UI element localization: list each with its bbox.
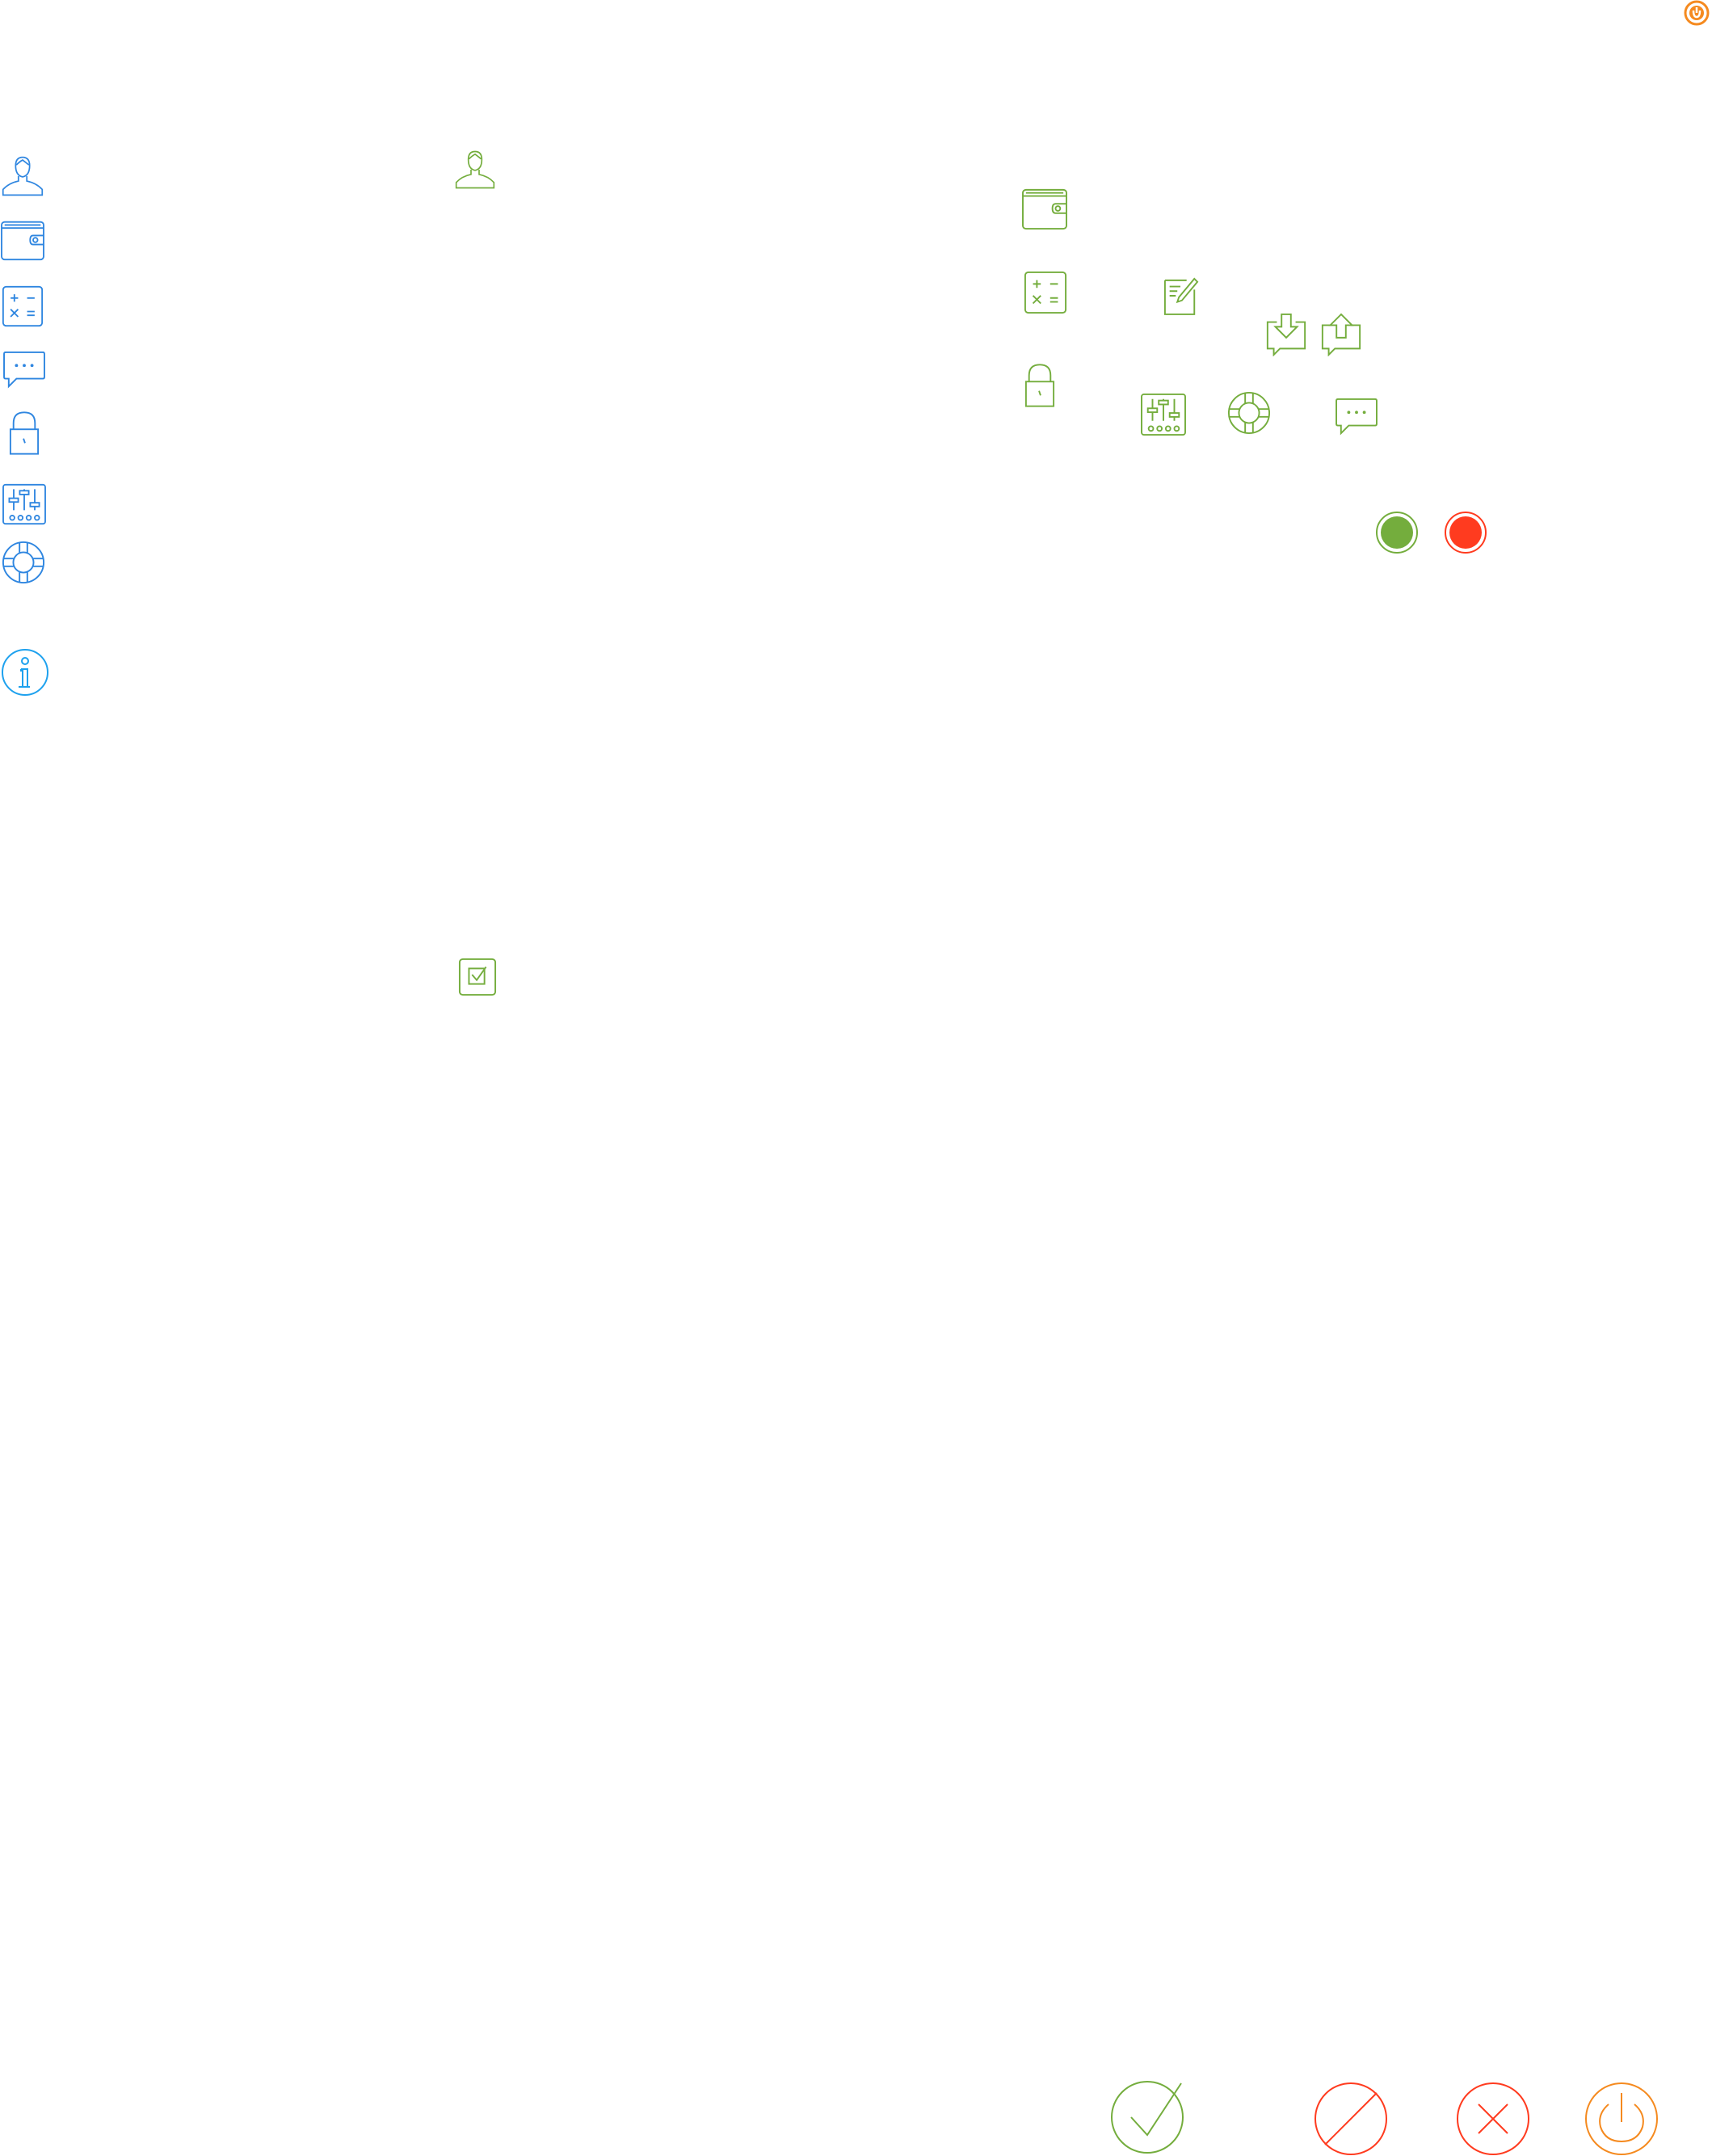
sliders-icon[interactable] <box>2 483 47 525</box>
block-icon[interactable] <box>1314 2082 1388 2156</box>
checkbox-icon[interactable] <box>458 958 497 996</box>
calculator-icon[interactable] <box>1024 271 1067 314</box>
chat-bubble-icon[interactable] <box>2 351 46 390</box>
lock-icon[interactable] <box>9 411 40 456</box>
user-icon[interactable] <box>2 153 44 200</box>
user-icon[interactable] <box>455 149 495 191</box>
info-icon[interactable] <box>1 648 49 697</box>
inbox-download-icon[interactable] <box>1264 313 1308 356</box>
lifebuoy-icon[interactable] <box>1227 391 1271 435</box>
calculator-icon[interactable] <box>2 285 44 327</box>
close-x-icon[interactable] <box>1456 2082 1530 2156</box>
power-badge-icon[interactable] <box>1684 0 1710 26</box>
power-icon[interactable] <box>1584 2082 1659 2156</box>
chat-bubble-icon[interactable] <box>1335 398 1378 436</box>
online-status-icon[interactable] <box>1375 511 1419 554</box>
wallet-icon[interactable] <box>1021 187 1068 230</box>
outbox-upload-icon[interactable] <box>1319 313 1363 356</box>
sliders-icon[interactable] <box>1140 393 1187 436</box>
lock-icon[interactable] <box>1024 363 1055 408</box>
confirm-check-icon[interactable] <box>1110 2080 1184 2154</box>
lifebuoy-icon[interactable] <box>2 541 45 584</box>
wallet-icon[interactable] <box>0 219 45 261</box>
edit-note-icon[interactable] <box>1163 275 1199 317</box>
offline-status-icon[interactable] <box>1444 511 1487 554</box>
